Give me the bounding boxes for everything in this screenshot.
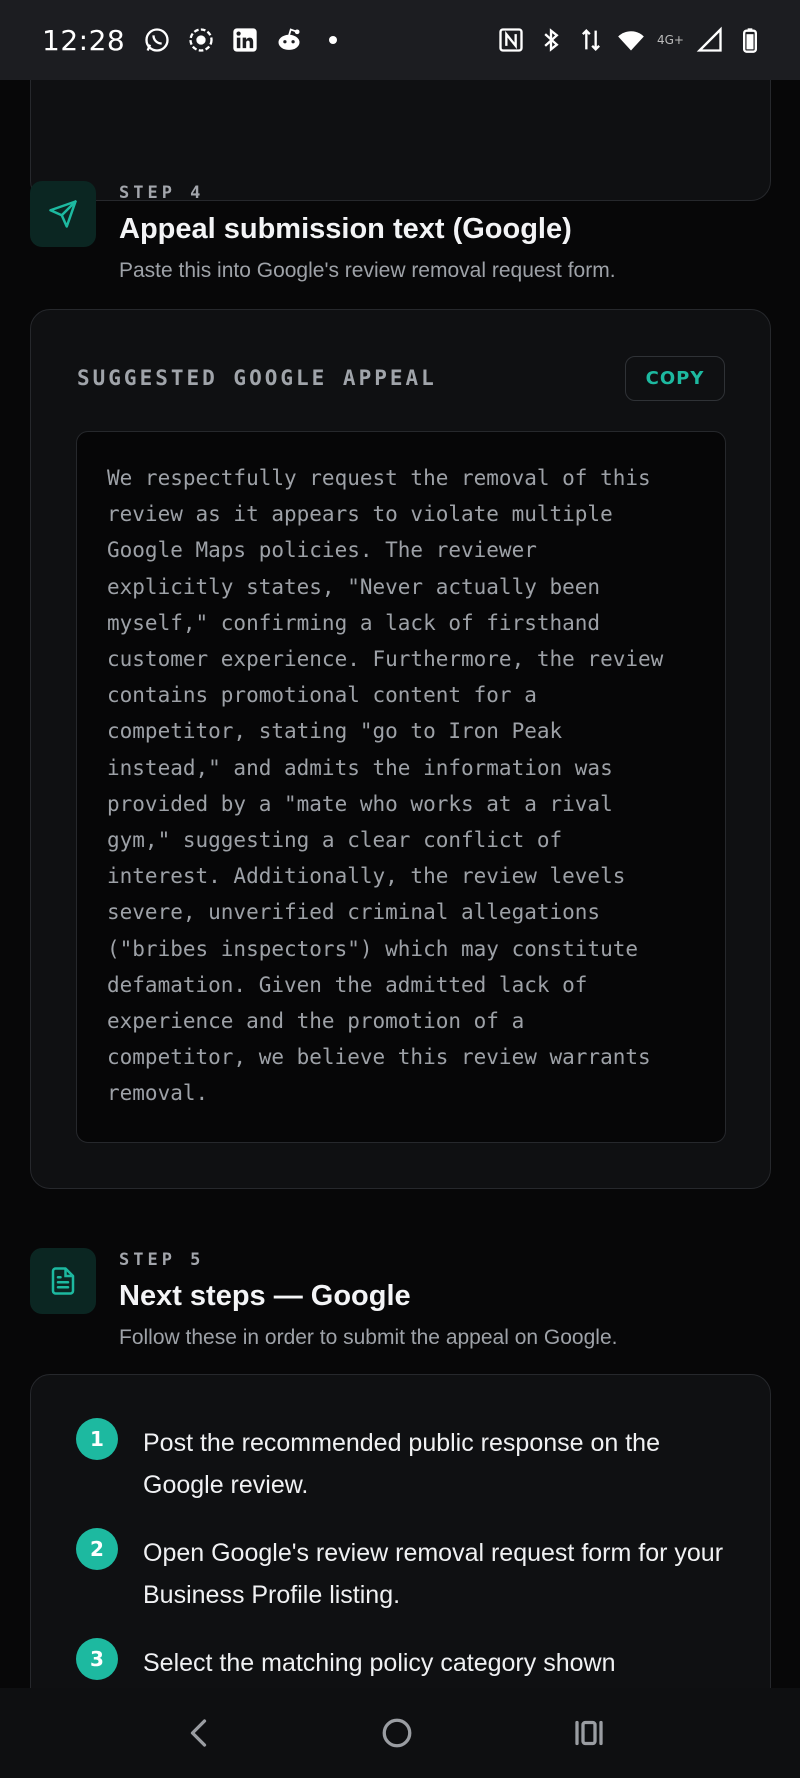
list-item-text: Post the recommended public response on … — [143, 1429, 660, 1499]
document-icon — [30, 1248, 96, 1314]
record-icon — [187, 26, 215, 54]
list-item-text: Open Google's review removal request for… — [143, 1539, 724, 1609]
appeal-card: SUGGESTED GOOGLE APPEAL COPY We respectf… — [30, 309, 771, 1189]
whatsapp-icon — [143, 26, 171, 54]
battery-icon — [736, 26, 764, 54]
step-label: STEP 4 — [119, 183, 205, 203]
send-icon — [30, 181, 96, 247]
step-number-badge: 1 — [76, 1418, 118, 1460]
copy-button[interactable]: COPY — [625, 356, 725, 401]
linkedin-icon — [231, 26, 259, 54]
step-number-badge: 2 — [76, 1528, 118, 1570]
step-5-header: STEP 5 Next steps — Google Follow these … — [30, 1248, 771, 1358]
reddit-icon — [275, 26, 303, 54]
notification-dot — [329, 36, 338, 44]
appeal-heading: SUGGESTED GOOGLE APPEAL — [77, 366, 437, 390]
step-label: STEP 5 — [119, 1250, 205, 1270]
step-number-badge: 3 — [76, 1638, 118, 1680]
bluetooth-icon — [537, 26, 565, 54]
nfc-icon — [497, 26, 525, 54]
step-subtitle: Follow these in order to submit the appe… — [119, 1326, 618, 1349]
status-bar: 12:28 4G+ — [0, 0, 800, 80]
step-4-header: STEP 4 Appeal submission text (Google) P… — [30, 181, 771, 291]
back-icon[interactable] — [175, 1708, 225, 1758]
navigation-bar — [0, 1688, 800, 1778]
status-time: 12:28 — [42, 23, 126, 57]
main-content[interactable]: STEP 4 Appeal submission text (Google) P… — [0, 80, 800, 1688]
home-icon[interactable] — [372, 1708, 422, 1758]
step-subtitle: Paste this into Google's review removal … — [119, 259, 616, 282]
wifi-icon — [617, 26, 645, 54]
recents-icon[interactable] — [564, 1708, 614, 1758]
data-arrows-icon — [577, 26, 605, 54]
next-steps-card: 1 Post the recommended public response o… — [30, 1374, 771, 1688]
step-title: Next steps — Google — [119, 1280, 411, 1312]
list-item-text: Select the matching policy category show… — [143, 1649, 616, 1677]
appeal-text-box[interactable]: We respectfully request the removal of t… — [76, 431, 726, 1143]
network-type: 4G+ — [657, 33, 684, 47]
appeal-text: We respectfully request the removal of t… — [107, 466, 664, 1106]
step-title: Appeal submission text (Google) — [119, 213, 572, 245]
signal-icon — [696, 26, 724, 54]
